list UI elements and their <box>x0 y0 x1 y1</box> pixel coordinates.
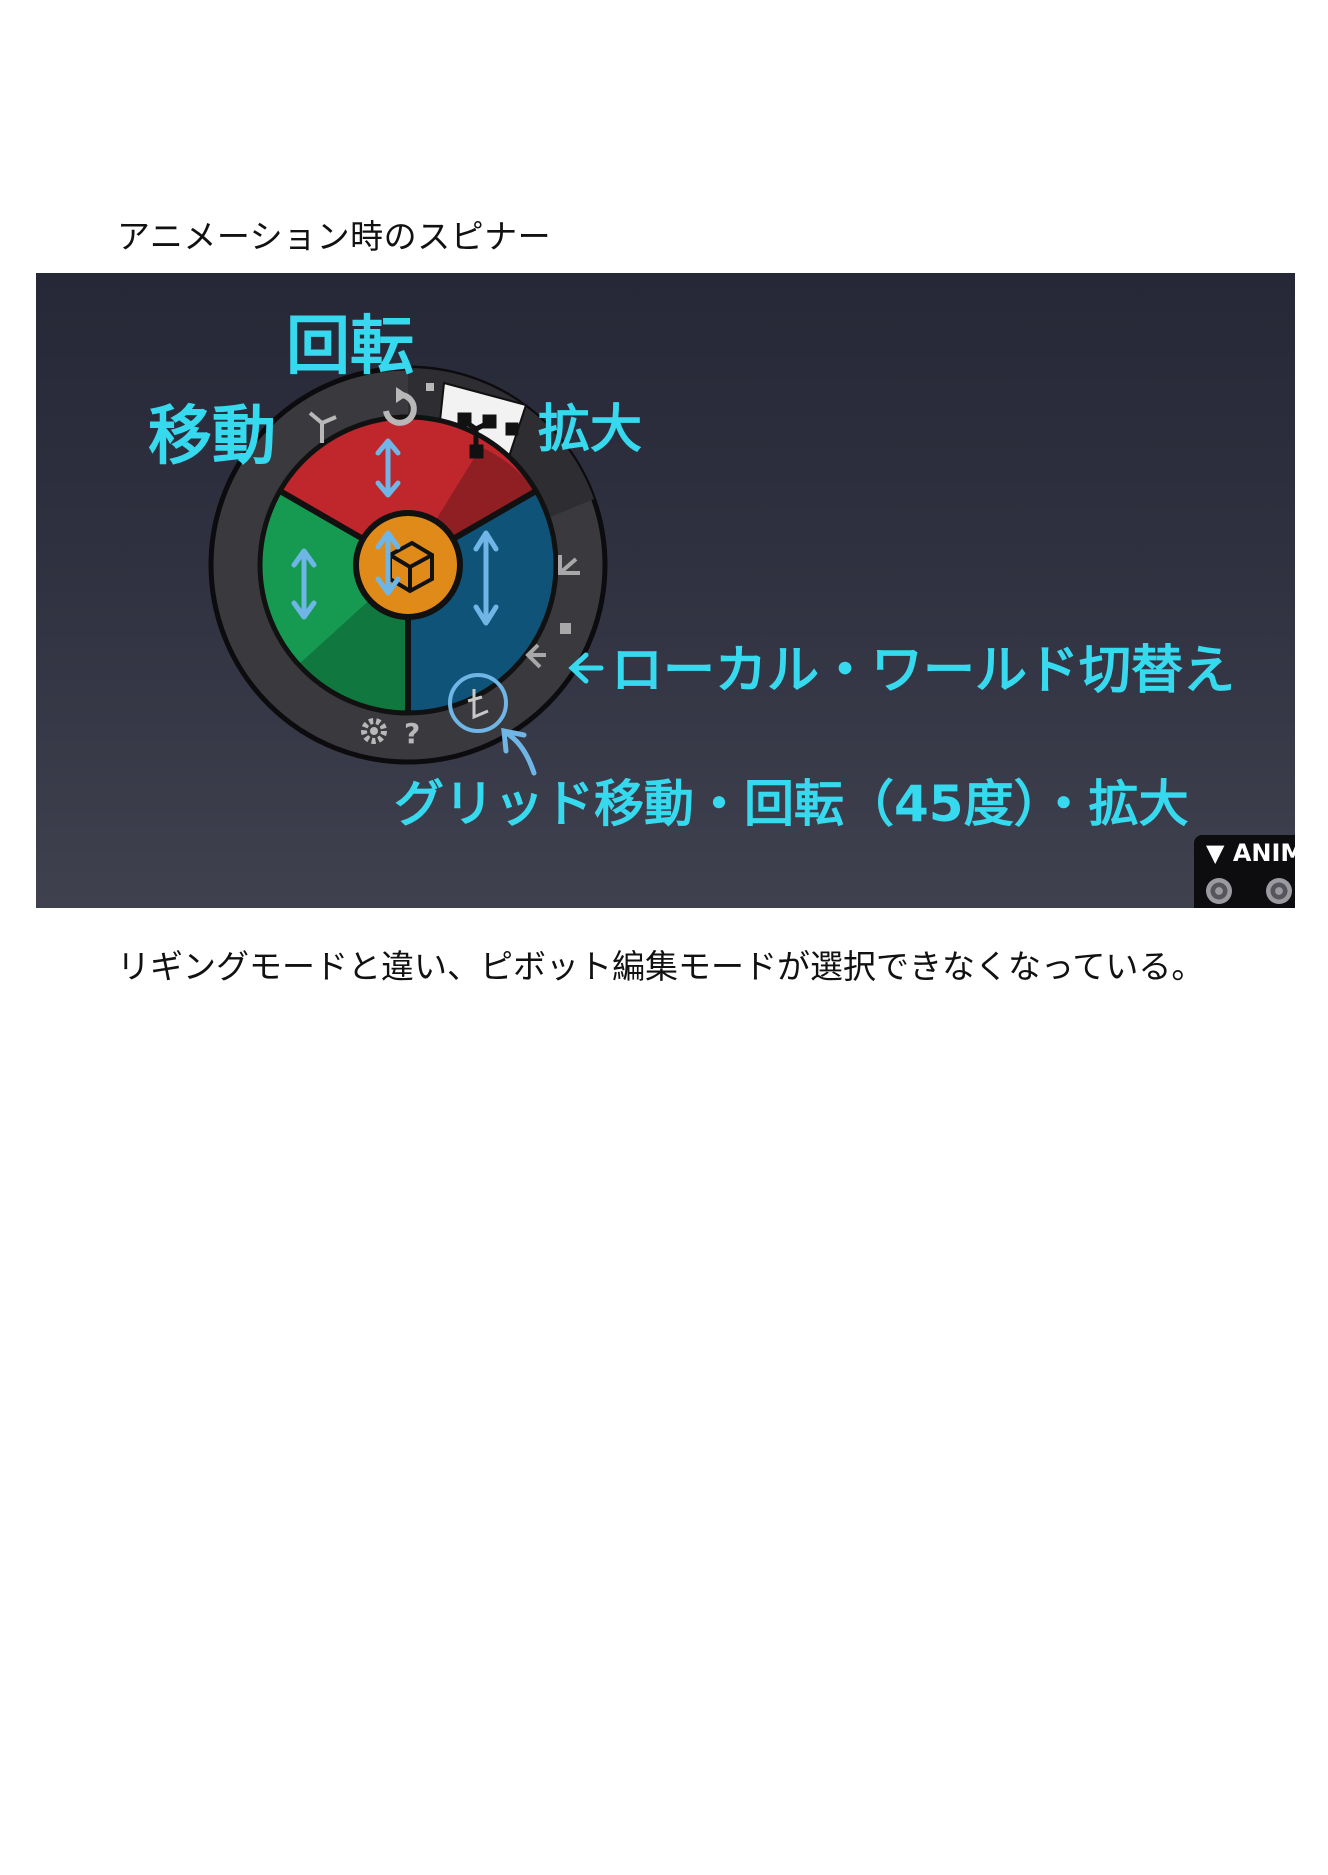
annotation-rotate: 回転 <box>286 310 414 384</box>
annotation-move: 移動 <box>148 400 276 474</box>
film-reel-icon[interactable] <box>1266 878 1292 904</box>
anim-panel-label[interactable]: ▼ ANIM <box>1206 839 1295 867</box>
help-icon[interactable]: ? <box>404 717 420 750</box>
heading: アニメーション時のスピナー <box>117 217 552 256</box>
film-reel-icon[interactable] <box>1206 878 1232 904</box>
annotation-local-world: ローカル・ワールド切替え <box>611 641 1236 701</box>
annotation-scale: 拡大 <box>538 400 643 460</box>
spinner-screenshot: ? 回転 移動 拡大 ローカル・ワールド切替え グリッド移動・回転（45度）・拡… <box>36 273 1295 908</box>
caption: リギングモードと違い、ピボット編集モードが選択できなくなっている。 <box>117 947 1205 986</box>
annotation-grid: グリッド移動・回転（45度）・拡大 <box>394 775 1189 833</box>
